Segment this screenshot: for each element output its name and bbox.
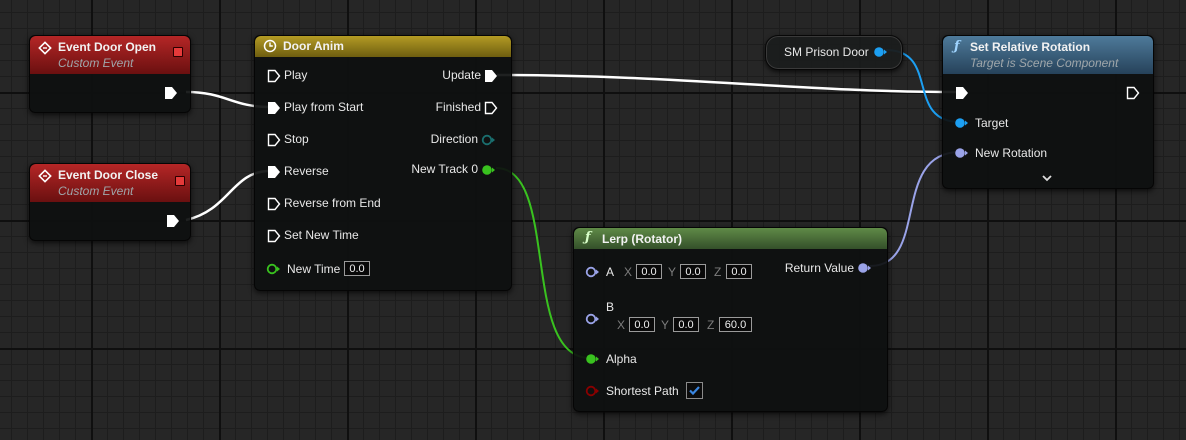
a-x-input[interactable]: 0.0 [636,264,662,279]
rotator-out-pin-icon[interactable] [857,262,873,274]
a-z-input[interactable]: 0.0 [726,264,752,279]
axis-x-label: X [624,265,633,279]
exec-in-pin-icon[interactable] [267,69,281,83]
node-title: Lerp (Rotator) [602,232,682,246]
exec-in-pin-icon[interactable] [267,165,281,179]
a-y-input[interactable]: 0.0 [680,264,706,279]
axis-y-label: Y [668,265,677,279]
node-title: Set Relative Rotation [970,40,1091,54]
sm-prison-door-variable-node[interactable]: SM Prison Door [765,35,903,70]
exec-out-pin-icon[interactable] [1126,86,1140,100]
b-y-input[interactable]: 0.0 [673,317,699,332]
exec-out-pin-icon[interactable] [484,101,498,115]
expand-chevron-icon[interactable] [1041,173,1053,183]
wire-update-to-set-rotation [496,73,959,94]
finished-pin-label: Finished [435,100,481,114]
stop-pin-label: Stop [284,132,309,146]
exec-out-pin-icon[interactable] [484,69,498,83]
object-out-pin-icon[interactable] [873,46,889,58]
door-anim-timeline-node[interactable]: Door Anim Play Play from Start Stop Reve… [254,35,512,291]
update-pin-label: Update [442,68,481,82]
event-door-close-node[interactable]: Event Door Close Custom Event [29,163,191,241]
play-from-start-pin-label: Play from Start [284,100,364,114]
exec-in-pin-icon[interactable] [267,229,281,243]
exec-out-pin-icon[interactable] [164,86,178,100]
enum-out-pin-icon[interactable] [481,134,497,146]
direction-pin-label: Direction [430,132,478,146]
lerp-rotator-node[interactable]: ƒ Lerp (Rotator) A X 0.0 Y 0.0 Z 0.0 B X… [573,227,888,412]
float-in-pin-icon[interactable] [585,353,601,365]
reverse-from-end-pin-label: Reverse from End [284,196,381,210]
new-rotation-pin-label: New Rotation [975,146,1048,160]
object-in-pin-icon[interactable] [954,117,970,129]
event-diamond-icon [38,169,52,183]
axis-x-label: X [617,318,626,332]
new-track-pin-label: New Track 0 [411,162,478,176]
node-title: Event Door Close [58,168,159,182]
exec-in-pin-icon[interactable] [267,101,281,115]
exec-in-pin-icon[interactable] [267,197,281,211]
node-subtitle: Custom Event [58,56,134,70]
function-f-icon: ƒ [954,39,960,54]
rotator-in-pin-icon[interactable] [585,313,601,325]
new-time-input[interactable]: 0.0 [344,261,370,276]
set-relative-rotation-node[interactable]: ƒ Set Relative Rotation Target is Scene … [942,35,1154,189]
exec-in-pin-icon[interactable] [267,133,281,147]
bool-in-pin-icon[interactable] [585,385,601,397]
axis-z-label: Z [714,265,722,279]
b-z-input[interactable]: 60.0 [719,317,752,332]
alpha-pin-label: Alpha [606,352,637,366]
event-diamond-icon [38,41,52,55]
target-pin-label: Target [975,116,1009,130]
node-subtitle: Target is Scene Component [970,56,1119,70]
node-title: Event Door Open [58,40,157,54]
event-door-open-node[interactable]: Event Door Open Custom Event [29,35,191,113]
axis-z-label: Z [707,318,715,332]
reverse-pin-label: Reverse [284,164,329,178]
float-out-pin-icon[interactable] [481,164,497,176]
rotator-in-pin-icon[interactable] [585,266,601,278]
b-pin-label: B [606,300,615,314]
shortest-path-checkbox[interactable] [686,382,703,399]
axis-y-label: Y [661,318,670,332]
node-title: Door Anim [283,39,344,53]
checkmark-icon [689,386,700,396]
exec-out-pin-icon[interactable] [166,214,180,228]
delegate-pin-icon[interactable] [175,176,185,186]
function-f-icon: ƒ [585,230,591,245]
rotator-in-pin-icon[interactable] [954,147,970,159]
delegate-pin-icon[interactable] [173,47,183,57]
float-in-pin-icon[interactable] [266,263,282,275]
clock-icon [263,39,277,53]
exec-in-pin-icon[interactable] [955,86,969,100]
b-x-input[interactable]: 0.0 [629,317,655,332]
node-subtitle: Custom Event [58,184,134,198]
return-value-pin-label: Return Value [784,261,854,275]
play-pin-label: Play [284,68,308,82]
set-new-time-pin-label: Set New Time [284,228,359,242]
shortest-path-pin-label: Shortest Path [606,384,679,398]
a-pin-label: A [606,265,615,279]
variable-label: SM Prison Door [784,45,869,59]
new-time-pin-label: New Time [287,262,341,276]
